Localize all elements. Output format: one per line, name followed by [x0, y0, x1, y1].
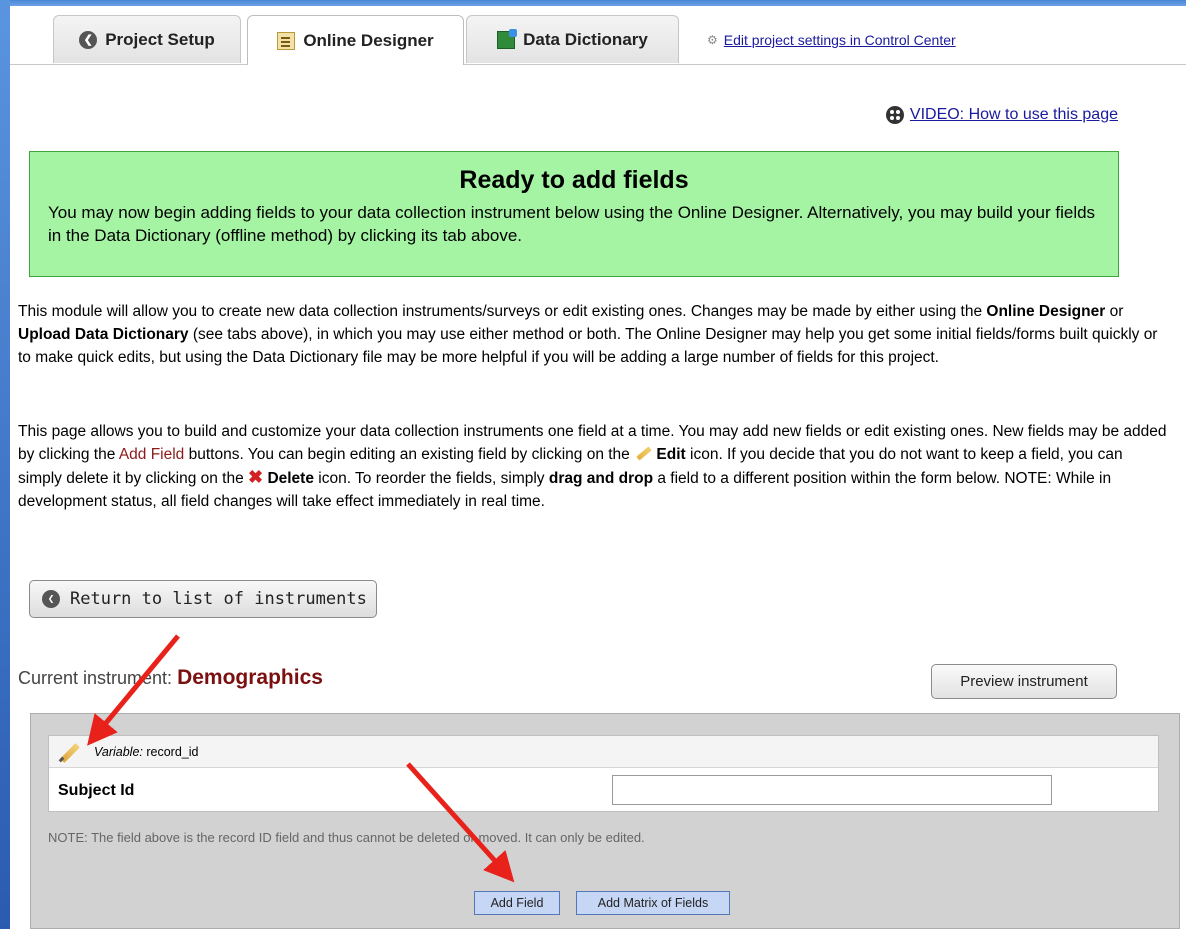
window-left-band — [0, 0, 10, 929]
variable-label: Variable: — [94, 744, 143, 759]
text: (see tabs above), in which you may use e… — [18, 326, 1158, 366]
video-link-wrap: VIDEO: How to use this page — [885, 106, 1118, 124]
current-instrument-label: Current instrument: — [18, 668, 173, 688]
field-record-id[interactable]: Variable: record_id Subject Id — [48, 735, 1159, 812]
pencil-icon — [634, 444, 652, 462]
variable-info: Variable: record_id — [94, 745, 198, 759]
record-id-note: NOTE: The field above is the record ID f… — [48, 830, 645, 845]
online-designer-term: Online Designer — [986, 303, 1106, 320]
ready-notice: Ready to add fields You may now begin ad… — [29, 151, 1119, 277]
preview-instrument-button[interactable]: Preview instrument — [931, 664, 1117, 699]
text: This module will allow you to create new… — [18, 303, 987, 320]
add-field-button[interactable]: Add Field — [474, 891, 560, 915]
add-matrix-button[interactable]: Add Matrix of Fields — [576, 891, 730, 915]
return-button-label: Return to list of instruments — [70, 589, 367, 609]
video-link[interactable]: VIDEO: How to use this page — [910, 106, 1118, 124]
page: ❮ Project Setup Online Designer Data Dic… — [10, 6, 1186, 929]
tab-label: Project Setup — [105, 29, 215, 49]
edit-term: Edit — [656, 446, 686, 463]
gear-icon: ⚙ — [707, 33, 718, 47]
field-header: Variable: record_id — [49, 736, 1158, 768]
subject-id-input[interactable] — [612, 775, 1052, 805]
designer-icon — [277, 31, 296, 50]
ready-title: Ready to add fields — [459, 166, 689, 194]
tab-project-setup[interactable]: ❮ Project Setup — [53, 15, 241, 63]
variable-name: record_id — [146, 744, 199, 759]
field-body: Subject Id — [49, 768, 1158, 813]
tab-label: Data Dictionary — [523, 29, 648, 49]
text: icon. To reorder the fields, simply — [313, 470, 549, 487]
instructions-paragraph: This page allows you to build and custom… — [18, 420, 1168, 513]
control-center-link[interactable]: Edit project settings in Control Center — [724, 32, 956, 48]
back-circle-icon: ❮ — [42, 590, 60, 608]
text: or — [1105, 303, 1124, 320]
back-circle-icon: ❮ — [79, 30, 98, 49]
field-label: Subject Id — [58, 781, 135, 799]
delete-term: Delete — [267, 470, 314, 487]
add-field-term: Add Field — [118, 446, 185, 463]
tab-online-designer[interactable]: Online Designer — [247, 15, 464, 65]
ready-text: You may now begin adding fields to your … — [48, 203, 1096, 245]
upload-dictionary-term: Upload Data Dictionary — [18, 326, 189, 343]
spreadsheet-icon — [497, 28, 518, 49]
tab-label: Online Designer — [303, 30, 434, 50]
control-center-link-wrap: ⚙ Edit project settings in Control Cente… — [707, 32, 956, 48]
intro-paragraph: This module will allow you to create new… — [18, 300, 1168, 369]
current-instrument-name: Demographics — [177, 666, 323, 689]
tab-data-dictionary[interactable]: Data Dictionary — [466, 15, 679, 63]
edit-pencil-icon[interactable] — [58, 741, 80, 763]
current-instrument: Current instrument: Demographics — [18, 666, 323, 690]
tab-bar: ❮ Project Setup Online Designer Data Dic… — [10, 6, 1186, 65]
drag-drop-term: drag and drop — [548, 470, 654, 487]
film-reel-icon — [885, 106, 904, 124]
text: buttons. You can begin editing an existi… — [184, 446, 635, 463]
designer-area: Variable: record_id Subject Id NOTE: The… — [30, 713, 1180, 929]
return-to-instruments-button[interactable]: ❮ Return to list of instruments — [29, 580, 377, 618]
delete-x-icon: ✖ — [248, 467, 264, 487]
